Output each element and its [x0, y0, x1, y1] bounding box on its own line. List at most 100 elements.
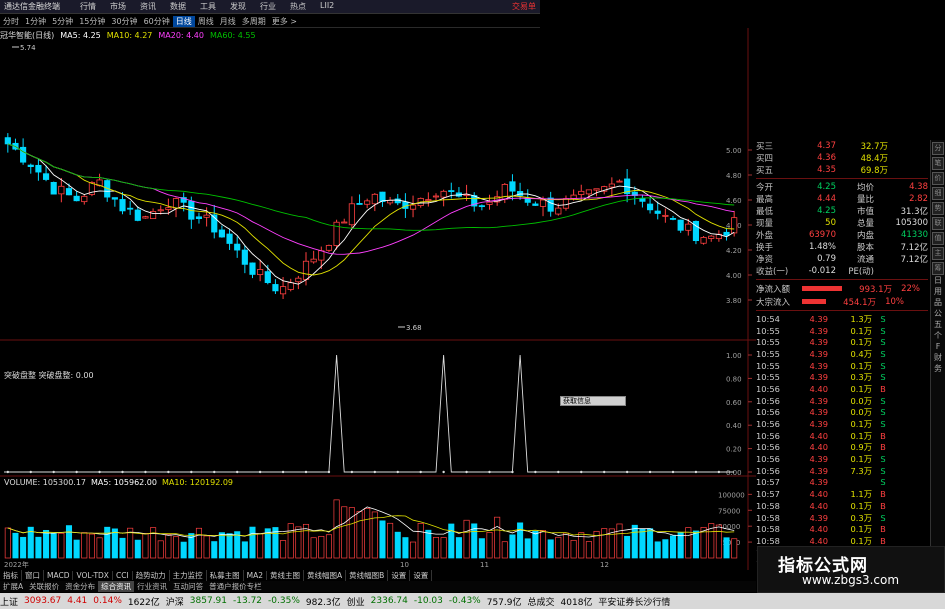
candle-body: [172, 198, 180, 209]
indicator-tab[interactable]: VOL-TDX: [73, 571, 113, 580]
tick-time: 10:55: [756, 348, 780, 359]
candle-body: [195, 216, 203, 219]
vol-tick-label: 75000: [718, 507, 740, 515]
indicator-tab[interactable]: 黄线主图: [267, 570, 305, 581]
indicator-tab[interactable]: 黄线幅图A: [304, 570, 347, 581]
indicator-tab[interactable]: 主力监控: [170, 570, 207, 581]
indicator-tab[interactable]: MACD: [44, 571, 74, 580]
tick-time: 10:56: [756, 395, 780, 406]
function-tab[interactable]: 资金分布: [62, 581, 98, 592]
volume-bar: [532, 530, 539, 559]
volume-legend-item: MA10: 120192.09: [161, 478, 234, 487]
volume-bar: [50, 533, 57, 559]
app-window: 通达信金融终端 行情 市场 资讯 数据 工具 发现 行业 热点 LII2 交易单 分时 1分钟 5分…: [0, 0, 945, 609]
candle-body: [27, 164, 34, 168]
status-item: 4.41: [67, 596, 88, 606]
volume-bar: [111, 528, 118, 559]
order-label: 买五: [756, 166, 774, 176]
side-tab[interactable]: 值: [932, 232, 944, 245]
tick-row: 10:56 4.40 0.1万 B: [756, 383, 928, 395]
volume-bar: [364, 508, 371, 559]
order-row: 买五 4.35 69.8万: [756, 164, 928, 176]
indicator-tab[interactable]: 黄线幅图B: [346, 570, 389, 581]
indicator-tab[interactable]: 私募主图: [207, 570, 244, 581]
candle-body: [608, 183, 615, 188]
volume-bar: [356, 511, 363, 559]
side-tab[interactable]: 势: [932, 202, 944, 215]
function-tab[interactable]: 关联报价: [26, 581, 62, 592]
volume-bar: [104, 526, 111, 559]
candle-body: [654, 210, 661, 214]
volume-bar: [280, 540, 287, 559]
candle-body: [616, 180, 623, 183]
candle-body: [356, 203, 363, 205]
tick-volume: 7.3万: [850, 465, 873, 476]
side-tab[interactable]: 细: [932, 187, 944, 200]
side-tab[interactable]: 主: [932, 247, 944, 260]
volume-bar: [20, 536, 27, 559]
side-tab[interactable]: 价: [932, 172, 944, 185]
side-tab[interactable]: 分: [932, 142, 944, 155]
indicator-tab[interactable]: 窗口: [22, 570, 44, 581]
volume-legend-item: VOLUME: 105300.17: [4, 478, 86, 487]
side-tab[interactable]: 笔: [932, 157, 944, 170]
volume-bar: [4, 527, 11, 559]
function-tab[interactable]: 行业资讯: [134, 581, 170, 592]
function-tab[interactable]: 普通户报价专栏: [206, 581, 265, 592]
flow-bar: [802, 299, 826, 304]
candle-body: [111, 197, 118, 200]
status-item: 上证: [0, 597, 19, 608]
tick-time: 10:55: [756, 337, 780, 348]
candle-body: [555, 207, 562, 215]
quote-value: 2.82: [909, 194, 928, 204]
indicator-tab[interactable]: CCI: [113, 571, 133, 580]
candle-body: [226, 233, 233, 244]
tick-row: 10:58 4.40 0.1万 B: [756, 500, 928, 512]
indicator-tab[interactable]: 设置: [410, 570, 433, 581]
volume-bar: [463, 519, 470, 559]
price-tick-label: 4.00: [726, 272, 742, 280]
indicator-tab[interactable]: 设置: [388, 570, 411, 581]
indicator-tab[interactable]: MA2: [244, 571, 268, 580]
candle-body: [646, 203, 654, 211]
indicator-tab[interactable]: 趋势动力: [133, 570, 170, 581]
price-tick-label: 4.20: [726, 247, 742, 255]
volume-bar: [387, 522, 394, 559]
volume-bar: [150, 527, 157, 559]
tick-row: 10:58 4.39 0.3万 S: [756, 512, 928, 524]
candle-body: [348, 203, 355, 226]
side-tab[interactable]: 筹: [932, 262, 944, 275]
quote-value: 1.48%: [808, 242, 836, 252]
volume-bar: [417, 523, 424, 559]
volume-bar: [318, 535, 325, 559]
tick-list[interactable]: 10:54 4.39 1.3万 S 10:55 4.39 0.1万 S 10:55 4.39 0.1…: [756, 313, 928, 570]
tick-row: 10:55 4.39 0.1万 S: [756, 360, 928, 372]
status-item: 3093.67: [24, 596, 62, 606]
side-tab[interactable]: 联: [932, 217, 944, 230]
volume-bar: [73, 539, 80, 559]
function-tabs: 扩展A 关联报价 资金分布 综合资讯 行业资讯 互动问答 普通户报价专栏: [0, 581, 756, 592]
tick-price: 4.40: [809, 383, 828, 394]
volume-bar: [203, 535, 210, 559]
volume-bar: [410, 541, 417, 559]
tick-price: 4.39: [809, 395, 828, 406]
indicator-tab[interactable]: 指标: [0, 570, 22, 581]
quote-row: 净资 0.79 流通 7.12亿: [756, 253, 928, 265]
side-text: F: [935, 342, 941, 351]
tick-price: 4.39: [809, 372, 828, 383]
candle-body: [58, 185, 65, 195]
candle-body: [662, 214, 669, 217]
price-tick-label: 4.60: [726, 197, 742, 205]
function-tab[interactable]: 互动问答: [170, 581, 206, 592]
candle-body: [50, 182, 57, 195]
candle-body: [394, 198, 401, 204]
quote-label: 总量: [856, 219, 874, 229]
function-tab[interactable]: 综合资讯: [98, 581, 135, 592]
candle-body: [731, 217, 738, 234]
info-tooltip[interactable]: 获取信息: [560, 396, 626, 406]
tick-volume: 0.1万: [850, 337, 873, 348]
function-tab[interactable]: 扩展A: [0, 581, 26, 592]
volume-bar: [12, 532, 19, 559]
status-item: 0.14%: [93, 596, 122, 606]
tick-volume: 0.1万: [850, 360, 873, 371]
